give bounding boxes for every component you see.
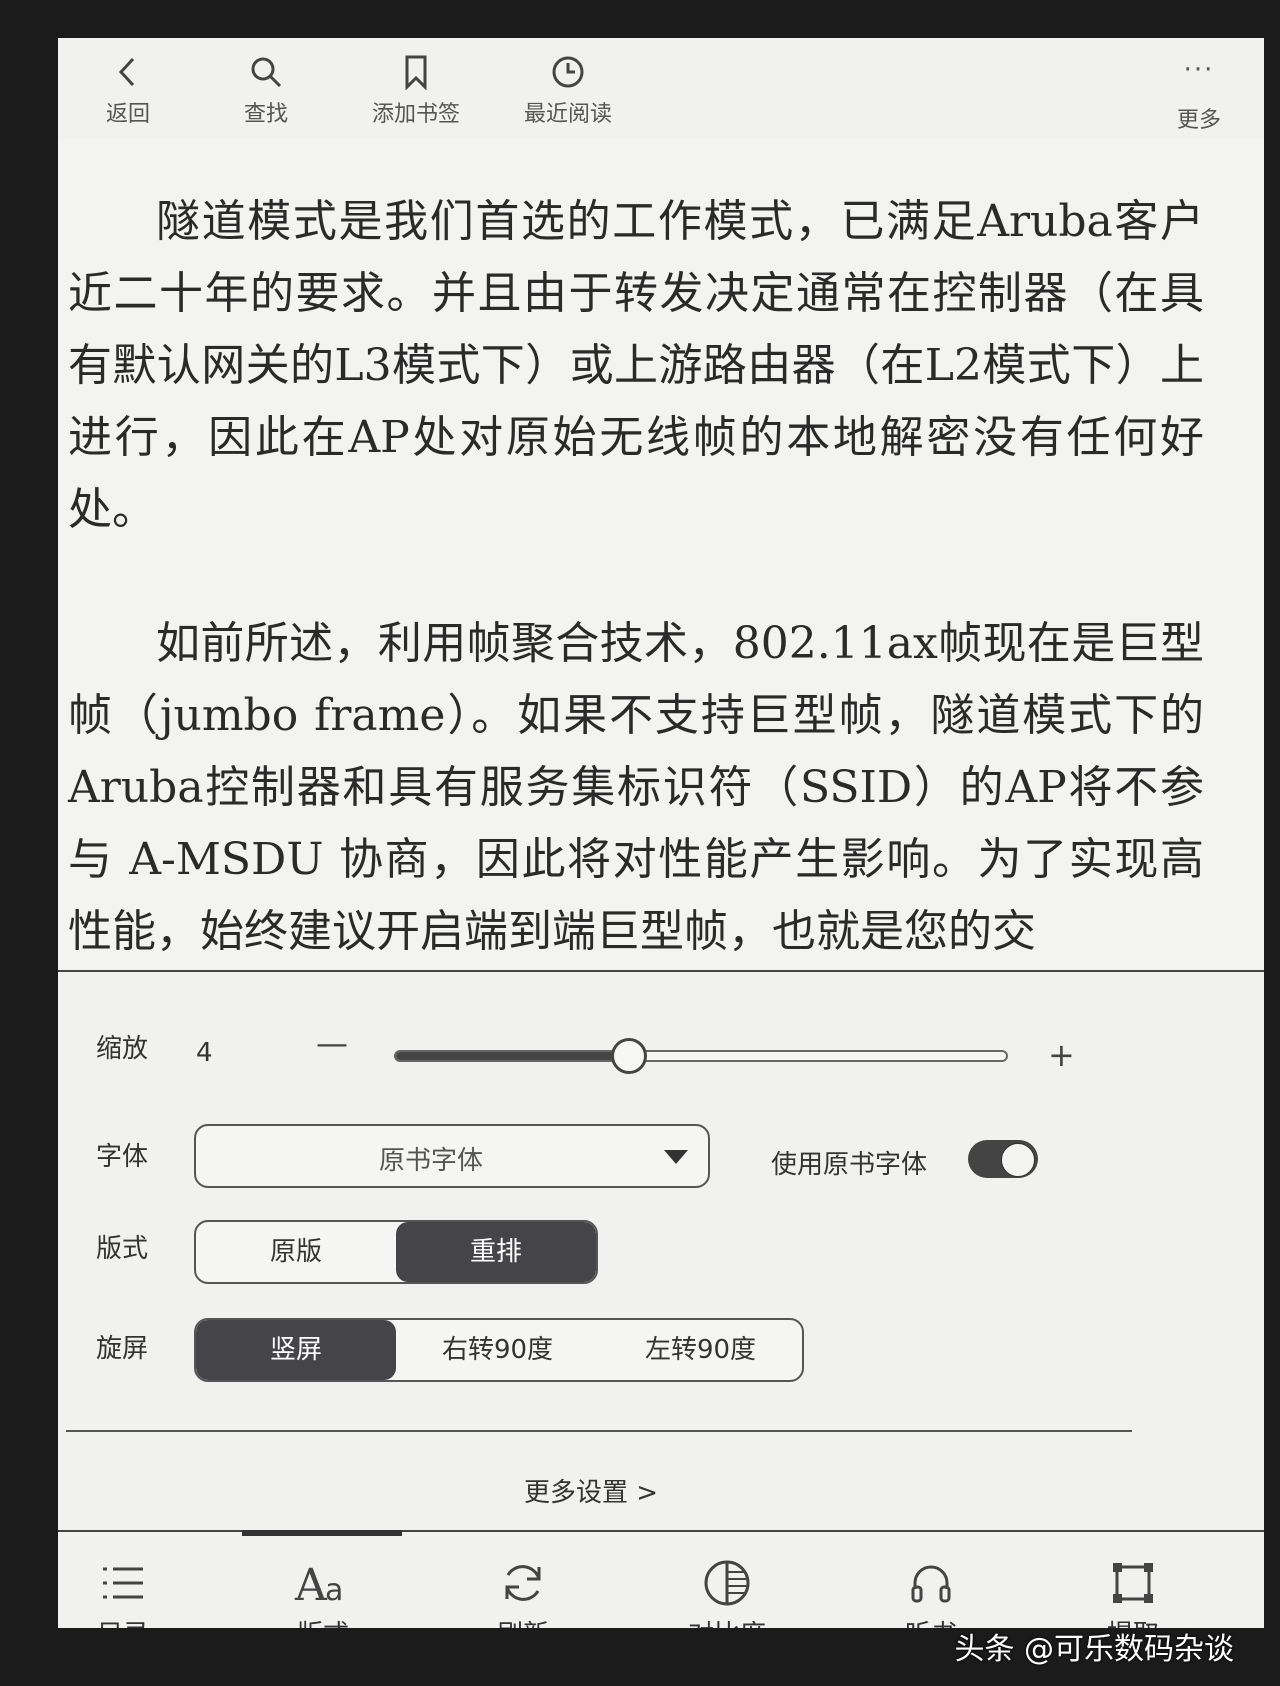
watermark: 头条 @可乐数码杂谈 bbox=[954, 1632, 1234, 1667]
more-dots-icon: ··· bbox=[1183, 55, 1215, 85]
ereader-screen: 返回 查找 添加书签 最近阅读 ··· 更多 隧道模式是我们首选的工作模式，已满… bbox=[58, 38, 1264, 1628]
contrast-label: 对比度 bbox=[662, 1614, 792, 1628]
recent-reading-label: 最近阅读 bbox=[523, 102, 612, 127]
zoom-value: 4 bbox=[196, 1038, 213, 1068]
zoom-slider-fill bbox=[396, 1052, 629, 1060]
zoom-plus-button[interactable]: + bbox=[1048, 1036, 1075, 1074]
paragraph-1: 隧道模式是我们首选的工作模式，已满足Aruba客户近二十年的要求。并且由于转发决… bbox=[68, 196, 1204, 535]
rotate-option-left-90[interactable]: 左转90度 bbox=[599, 1320, 802, 1380]
contrast-button[interactable]: 对比度 bbox=[662, 1558, 792, 1628]
refresh-button[interactable]: 刷新 bbox=[458, 1558, 588, 1628]
clock-icon bbox=[508, 52, 628, 92]
font-selected-value: 原书字体 bbox=[378, 1146, 483, 1176]
use-original-font-toggle[interactable] bbox=[968, 1140, 1038, 1178]
add-bookmark-button[interactable]: 添加书签 bbox=[356, 52, 476, 128]
refresh-label: 刷新 bbox=[458, 1614, 588, 1628]
layout-tab-label: 版式 bbox=[258, 1614, 388, 1628]
layout-option-reflow[interactable]: 重排 bbox=[396, 1222, 596, 1282]
search-label: 查找 bbox=[243, 102, 288, 127]
dropdown-caret-icon bbox=[664, 1150, 688, 1164]
contrast-icon bbox=[662, 1558, 792, 1608]
search-icon bbox=[206, 52, 326, 92]
toggle-knob bbox=[1001, 1143, 1035, 1177]
layout-option-original[interactable]: 原版 bbox=[196, 1222, 396, 1282]
chevron-left-icon bbox=[68, 52, 188, 92]
more-button[interactable]: ··· 更多 bbox=[1154, 55, 1244, 134]
reading-content[interactable]: 隧道模式是我们首选的工作模式，已满足Aruba客户近二十年的要求。并且由于转发决… bbox=[58, 138, 1264, 980]
recent-reading-button[interactable]: 最近阅读 bbox=[508, 52, 628, 128]
rotate-option-right-90[interactable]: 右转90度 bbox=[396, 1320, 599, 1380]
font-label: 字体 bbox=[96, 1142, 149, 1172]
rotate-label: 旋屏 bbox=[96, 1334, 149, 1364]
font-select[interactable]: 原书字体 bbox=[194, 1124, 710, 1188]
back-button[interactable]: 返回 bbox=[68, 52, 188, 128]
panel-divider bbox=[66, 1430, 1132, 1432]
toc-label: 目录 bbox=[58, 1614, 188, 1628]
typesetting-panel: 缩放 4 — + 字体 原书字体 使用原书字体 版式 原版 重排 旋屏 竖屏 右… bbox=[58, 970, 1264, 1532]
layout-label: 版式 bbox=[96, 1234, 149, 1264]
rotate-option-portrait[interactable]: 竖屏 bbox=[196, 1320, 396, 1380]
add-bookmark-label: 添加书签 bbox=[371, 102, 460, 127]
layout-segmented-control: 原版 重排 bbox=[194, 1220, 598, 1284]
paragraph-2: 如前所述，利用帧聚合技术，802.11ax帧现在是巨型帧（jumbo frame… bbox=[68, 618, 1204, 957]
active-tab-indicator bbox=[242, 1530, 402, 1536]
bookmark-icon bbox=[356, 52, 476, 92]
more-label: 更多 bbox=[1176, 108, 1221, 133]
zoom-slider[interactable] bbox=[394, 1050, 1008, 1062]
font-aa-icon: Aa bbox=[258, 1558, 388, 1608]
zoom-label: 缩放 bbox=[96, 1034, 149, 1064]
refresh-icon bbox=[458, 1558, 588, 1608]
back-label: 返回 bbox=[105, 102, 150, 127]
layout-tab-button[interactable]: Aa 版式 bbox=[258, 1558, 388, 1628]
bottom-toolbar: 目录 Aa 版式 刷新 对比度 听书 bbox=[58, 1530, 1264, 1628]
svg-text:A: A bbox=[294, 1560, 328, 1608]
zoom-slider-thumb[interactable] bbox=[611, 1038, 647, 1074]
svg-text:a: a bbox=[325, 1573, 343, 1608]
search-button[interactable]: 查找 bbox=[206, 52, 326, 128]
top-toolbar: 返回 查找 添加书签 最近阅读 ··· 更多 bbox=[58, 38, 1264, 140]
more-settings-link[interactable]: 更多设置 > bbox=[58, 1472, 1124, 1509]
use-original-font-label: 使用原书字体 bbox=[771, 1150, 928, 1180]
zoom-minus-button[interactable]: — bbox=[316, 1024, 348, 1062]
list-icon bbox=[58, 1558, 188, 1608]
headphones-icon bbox=[866, 1558, 996, 1608]
toc-button[interactable]: 目录 bbox=[58, 1558, 188, 1628]
rotate-segmented-control: 竖屏 右转90度 左转90度 bbox=[194, 1318, 804, 1382]
crop-frame-icon bbox=[1068, 1558, 1198, 1608]
listen-button[interactable]: 听书 bbox=[866, 1558, 996, 1628]
extract-button[interactable]: 提取 bbox=[1068, 1558, 1198, 1628]
